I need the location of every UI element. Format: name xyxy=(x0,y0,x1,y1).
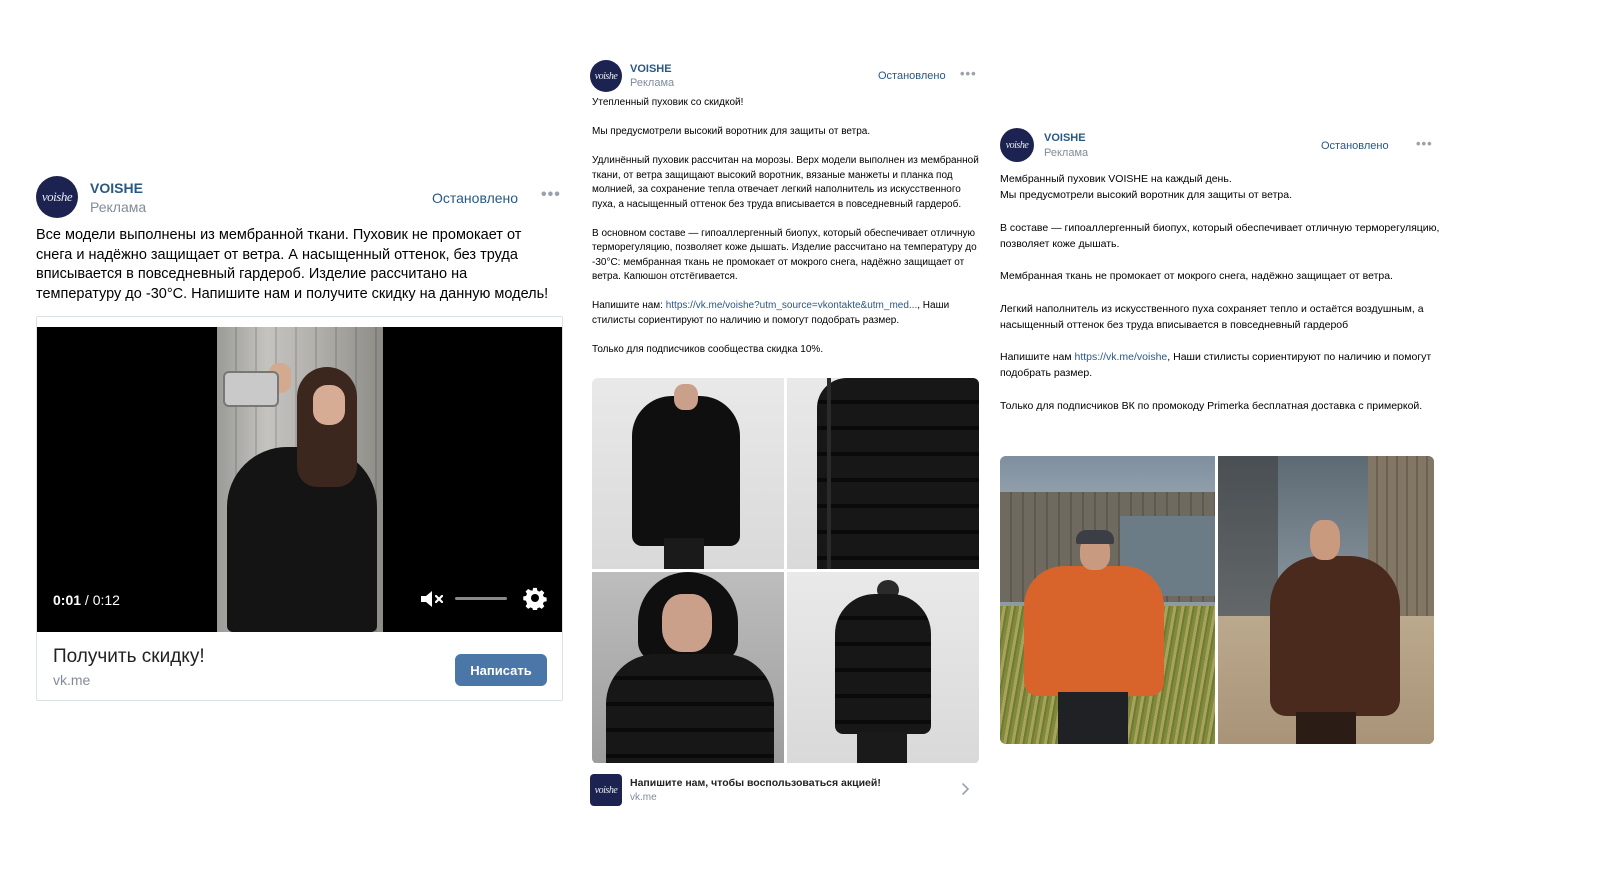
video-current-time: 0:01 xyxy=(53,592,82,608)
post-line: Мембранный пуховик VOISHE на каждый день… xyxy=(1000,173,1232,185)
post-contact: Напишите нам https://vk.me/voishe, Наши … xyxy=(1000,349,1440,381)
post-text: Мембранный пуховик VOISHE на каждый день… xyxy=(1000,171,1440,430)
contact-link[interactable]: https://vk.me/voishe?utm_source=vkontakt… xyxy=(666,300,918,311)
photo-3[interactable] xyxy=(592,572,784,763)
chevron-right-icon[interactable] xyxy=(960,782,970,796)
contact-prefix: Напишите нам xyxy=(1000,351,1075,364)
post-paragraph: Легкий наполнитель из искусственного пух… xyxy=(1000,302,1424,331)
contact-link[interactable]: https://vk.me/voishe xyxy=(1074,351,1167,363)
photo-1[interactable] xyxy=(1000,456,1215,744)
footer-title[interactable]: Напишите нам, чтобы воспользоваться акци… xyxy=(630,777,881,789)
brand-avatar[interactable]: voishe xyxy=(590,60,622,92)
brand-avatar[interactable]: voishe xyxy=(36,176,78,218)
photo-2[interactable] xyxy=(1218,456,1434,744)
cta-bar: Получить скидку! vk.me Написать xyxy=(37,632,562,700)
photo-grid xyxy=(592,378,979,764)
photo-grid xyxy=(1000,456,1434,744)
footer-url[interactable]: vk.me xyxy=(630,792,881,803)
status-stopped[interactable]: Остановлено xyxy=(878,70,946,82)
footer-avatar: voishe xyxy=(590,774,622,806)
photo-4[interactable] xyxy=(787,572,979,763)
video-time: 0:01 / 0:12 xyxy=(53,592,120,608)
ad-post-gallery-4: voishe VOISHE Реклама Остановлено ••• Ут… xyxy=(584,58,988,812)
post-author: VOISHE Реклама xyxy=(1044,132,1088,159)
video-frame xyxy=(217,327,383,632)
status-stopped[interactable]: Остановлено xyxy=(1321,140,1389,152)
contact-prefix: Напишите нам: xyxy=(592,300,666,311)
ad-label: Реклама xyxy=(1044,146,1089,159)
write-button[interactable]: Написать xyxy=(455,654,547,686)
footer-texts: Напишите нам, чтобы воспользоваться акци… xyxy=(630,777,881,803)
volume-slider[interactable] xyxy=(455,597,507,600)
post-paragraph: В составе — гипоаллергенный биопух, кото… xyxy=(1000,221,1440,250)
ad-label: Реклама xyxy=(630,77,675,89)
post-paragraph: Удлинённый пуховик рассчитан на морозы. … xyxy=(592,155,979,210)
post-author: VOISHE Реклама xyxy=(630,63,674,89)
video-ad-card: 0:01 / 0:12 Получить скидку! vk.me Напис… xyxy=(36,316,563,701)
more-menu-icon[interactable]: ••• xyxy=(541,186,561,204)
brand-name[interactable]: VOISHE xyxy=(90,180,146,196)
video-player[interactable]: 0:01 / 0:12 xyxy=(37,327,562,632)
brand-name[interactable]: VOISHE xyxy=(630,63,674,75)
post-paragraph: Мембранный пуховик VOISHE на каждый день… xyxy=(1000,171,1440,203)
post-contact: Напишите нам: https://vk.me/voishe?utm_s… xyxy=(592,299,980,328)
post-promo: Только для подписчиков ВК по промокоду P… xyxy=(1000,399,1423,412)
brand-avatar[interactable]: voishe xyxy=(1000,128,1034,162)
status-stopped[interactable]: Остановлено xyxy=(432,190,518,206)
more-menu-icon[interactable]: ••• xyxy=(960,66,977,81)
ad-post-gallery-2: voishe VOISHE Реклама Остановлено ••• Ме… xyxy=(992,126,1442,746)
cta-footer[interactable]: voishe Напишите нам, чтобы воспользовать… xyxy=(590,770,982,810)
post-paragraph: Мембранная ткань не промокает от мокрого… xyxy=(1000,270,1393,283)
more-menu-icon[interactable]: ••• xyxy=(1416,136,1433,151)
photo-1[interactable] xyxy=(592,378,784,569)
post-author: VOISHE Реклама xyxy=(90,180,146,215)
post-paragraph: Мы предусмотрели высокий воротник для за… xyxy=(592,126,871,137)
photo-2[interactable] xyxy=(787,378,979,569)
post-line: Мы предусмотрели высокий воротник для за… xyxy=(1000,189,1293,202)
post-paragraph: В основном составе — гипоаллергенный био… xyxy=(592,227,977,283)
post-paragraph: Утепленный пуховик со скидкой! xyxy=(592,97,744,108)
mute-icon[interactable] xyxy=(419,588,447,610)
video-time-separator: / xyxy=(81,592,93,608)
brand-name[interactable]: VOISHE xyxy=(1044,132,1088,144)
post-text: Утепленный пуховик со скидкой! Мы предус… xyxy=(592,96,980,372)
cta-url[interactable]: vk.me xyxy=(53,672,90,688)
ad-post-video: voishe VOISHE Реклама Остановлено ••• Вс… xyxy=(36,176,566,701)
cta-title[interactable]: Получить скидку! xyxy=(53,646,205,668)
ad-label: Реклама xyxy=(90,198,147,215)
post-promo: Только для подписчиков сообщества скидка… xyxy=(592,343,824,355)
post-text: Все модели выполнены из мембранной ткани… xyxy=(36,227,549,302)
post-header: voishe VOISHE Реклама Остановлено ••• xyxy=(36,176,566,218)
gear-icon[interactable] xyxy=(523,586,547,610)
video-total-time: 0:12 xyxy=(92,592,120,608)
